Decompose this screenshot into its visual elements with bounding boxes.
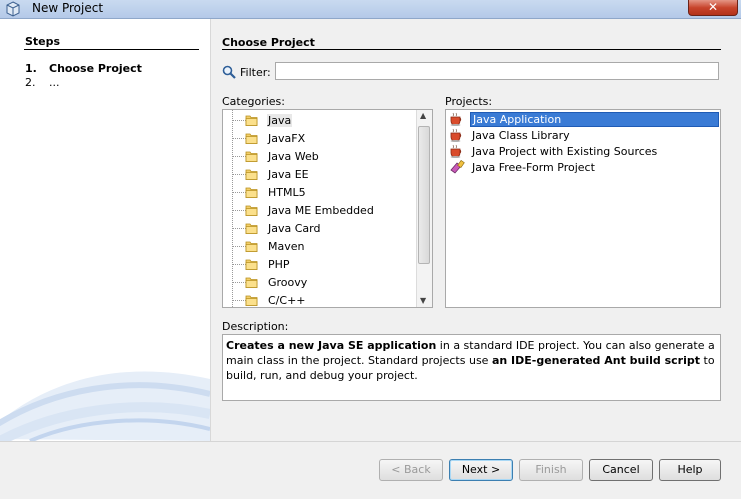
folder-icon bbox=[245, 239, 259, 253]
folder-icon bbox=[245, 131, 259, 145]
title-divider bbox=[222, 49, 721, 50]
java-cup-icon bbox=[449, 112, 465, 126]
project-label: Java Class Library bbox=[472, 129, 570, 142]
java-cup-icon bbox=[449, 144, 465, 158]
category-label: Maven bbox=[268, 240, 305, 253]
title-bar: New Project ✕ bbox=[0, 0, 741, 19]
category-item[interactable]: JavaFX bbox=[223, 129, 417, 147]
folder-icon bbox=[245, 203, 259, 217]
description-emphasis: Creates a new Java SE application bbox=[226, 339, 437, 352]
category-label: C/C++ bbox=[268, 294, 306, 307]
step-number: 2. bbox=[25, 76, 36, 89]
scroll-thumb[interactable] bbox=[418, 126, 430, 264]
folder-icon bbox=[245, 221, 259, 235]
netbeans-cube-icon bbox=[6, 1, 20, 17]
step-label: ... bbox=[49, 76, 60, 89]
projects-label: Projects: bbox=[445, 95, 493, 108]
category-item[interactable]: HTML5 bbox=[223, 183, 417, 201]
project-label: Java Project with Existing Sources bbox=[472, 145, 658, 158]
projects-list[interactable]: Java Application Java Class Library Java P… bbox=[445, 109, 721, 308]
project-label: Java Free-Form Project bbox=[472, 161, 595, 174]
scroll-up-icon[interactable]: ▲ bbox=[420, 111, 426, 120]
footer-divider bbox=[0, 441, 741, 442]
step-label: Choose Project bbox=[49, 62, 142, 75]
folder-icon bbox=[245, 167, 259, 181]
steps-panel: Steps 1. Choose Project 2.... bbox=[0, 19, 211, 441]
category-item[interactable]: Java Web bbox=[223, 147, 417, 165]
project-item[interactable]: Java Project with Existing Sources bbox=[448, 143, 719, 159]
category-item[interactable]: Java EE bbox=[223, 165, 417, 183]
finish-button[interactable]: Finish bbox=[519, 459, 583, 481]
steps-header: Steps bbox=[25, 35, 61, 48]
category-label: Java ME Embedded bbox=[268, 204, 374, 217]
category-label: Java Card bbox=[268, 222, 321, 235]
folder-icon bbox=[245, 113, 259, 127]
help-button[interactable]: Help bbox=[659, 459, 721, 481]
category-label: Java EE bbox=[268, 168, 309, 181]
description-emphasis: an IDE-generated Ant build script bbox=[491, 354, 701, 367]
project-item[interactable]: Java Class Library bbox=[448, 127, 719, 143]
java-cup-icon bbox=[449, 128, 465, 142]
close-button[interactable]: ✕ bbox=[688, 0, 738, 16]
categories-scrollbar[interactable]: ▲ ▼ bbox=[416, 110, 432, 307]
category-item[interactable]: Maven bbox=[223, 237, 417, 255]
filter-input[interactable] bbox=[275, 62, 719, 80]
category-label: Java Web bbox=[268, 150, 319, 163]
back-button[interactable]: < Back bbox=[379, 459, 443, 481]
window-title: New Project bbox=[32, 1, 104, 15]
category-item[interactable]: Java ME Embedded bbox=[223, 201, 417, 219]
project-label: Java Application bbox=[470, 112, 719, 127]
folder-icon bbox=[245, 149, 259, 163]
scroll-down-icon[interactable]: ▼ bbox=[420, 296, 426, 305]
categories-label: Categories: bbox=[222, 95, 285, 108]
folder-icon bbox=[245, 257, 259, 271]
search-icon bbox=[222, 65, 236, 79]
step-item: 2.... bbox=[25, 76, 60, 89]
decorative-swoosh bbox=[0, 371, 210, 441]
page-title: Choose Project bbox=[222, 36, 315, 49]
category-label: HTML5 bbox=[268, 186, 306, 199]
category-item[interactable]: Java Card bbox=[223, 219, 417, 237]
step-item: 1. Choose Project bbox=[25, 62, 142, 75]
category-label: Groovy bbox=[268, 276, 308, 289]
freeform-project-icon bbox=[449, 159, 465, 174]
next-button[interactable]: Next > bbox=[449, 459, 513, 481]
category-item[interactable]: PHP bbox=[223, 255, 417, 273]
description-label: Description: bbox=[222, 320, 289, 333]
description-box: Creates a new Java SE application in a s… bbox=[222, 334, 721, 401]
folder-icon bbox=[245, 275, 259, 289]
category-label: PHP bbox=[268, 258, 290, 271]
cancel-button[interactable]: Cancel bbox=[589, 459, 653, 481]
category-item[interactable]: C/C++ bbox=[223, 291, 417, 307]
close-icon: ✕ bbox=[707, 0, 719, 14]
categories-tree[interactable]: Java JavaFX Java Web Java EE HTML5 Java ME Em… bbox=[222, 109, 433, 308]
category-label: Java bbox=[267, 114, 293, 127]
project-item[interactable]: Java Free-Form Project bbox=[448, 159, 719, 175]
folder-icon bbox=[245, 185, 259, 199]
step-number: 1. bbox=[25, 62, 37, 75]
steps-divider bbox=[24, 49, 199, 50]
filter-label: Filter: bbox=[240, 66, 271, 79]
category-item[interactable]: Java bbox=[223, 111, 417, 129]
folder-icon bbox=[245, 293, 259, 307]
project-item[interactable]: Java Application bbox=[448, 111, 719, 127]
category-label: JavaFX bbox=[268, 132, 306, 145]
category-item[interactable]: Groovy bbox=[223, 273, 417, 291]
